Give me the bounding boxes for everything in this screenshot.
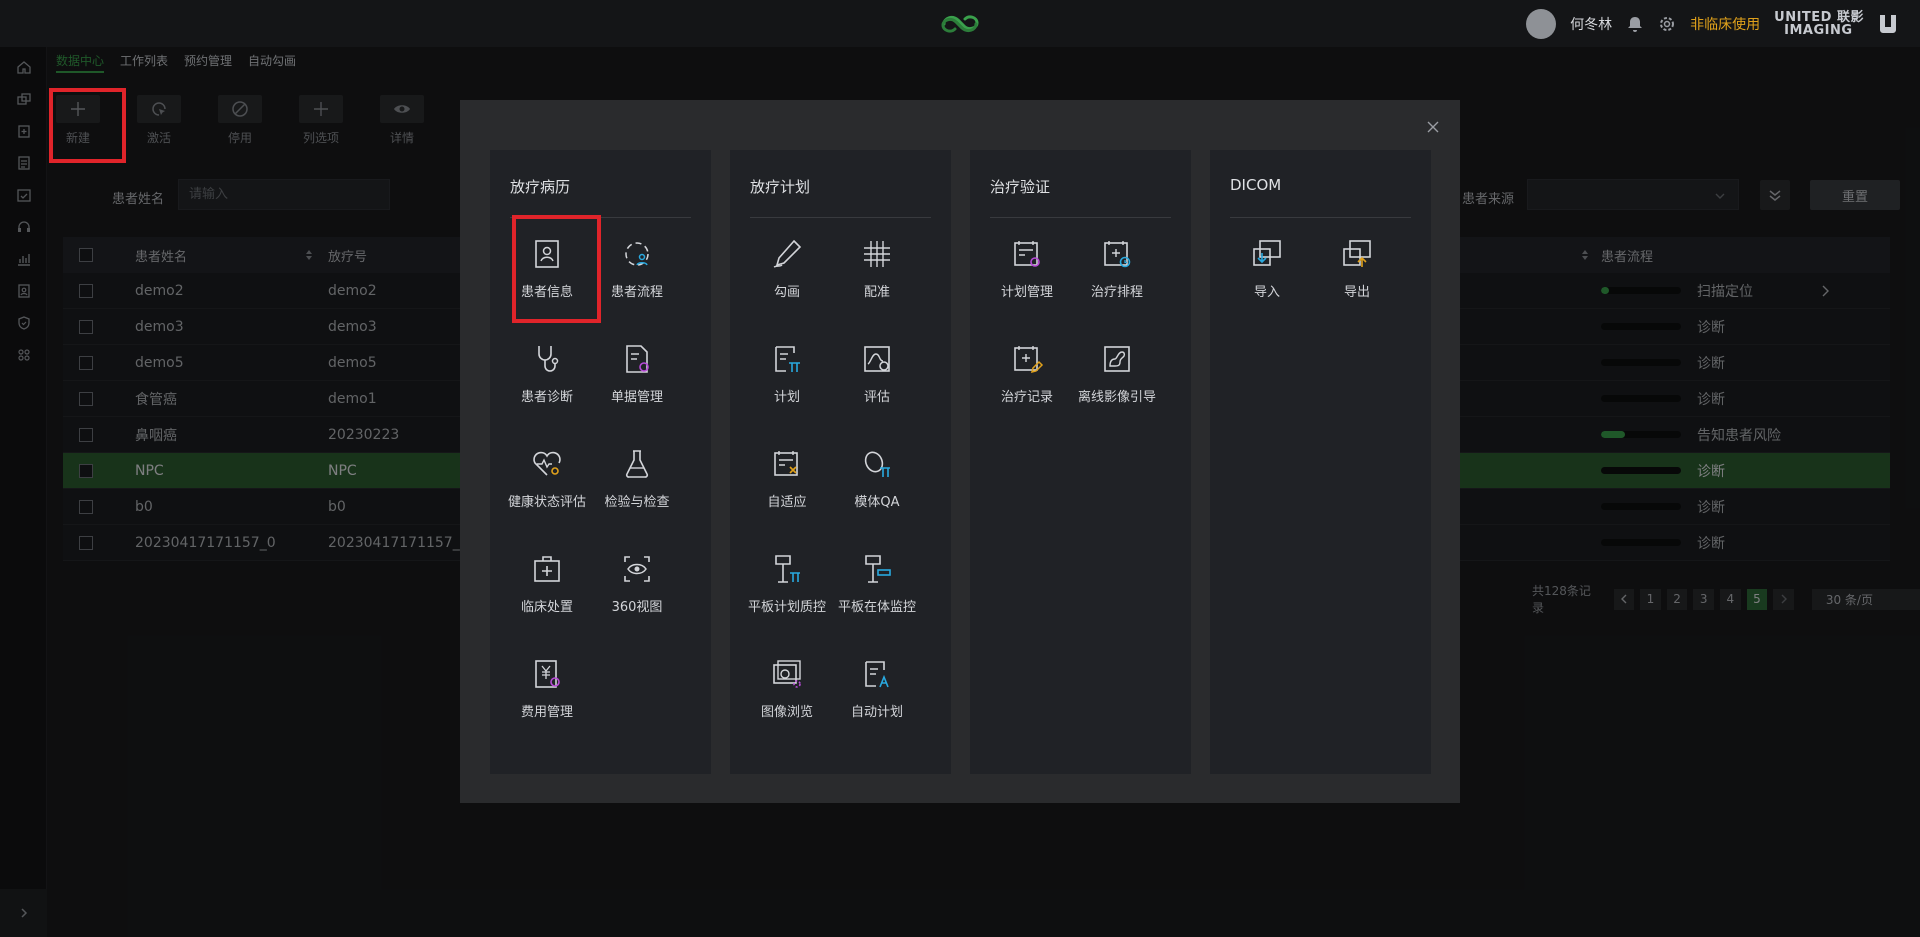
grid-hash-icon [864,241,890,267]
module-label: 导出 [1343,285,1370,300]
module-treatment-record[interactable]: 治疗记录 [982,335,1072,405]
module-label: 图像浏览 [760,705,813,720]
module-label: 平板计划质控 [747,600,826,615]
evaluate-icon [864,346,890,372]
module-phantom-qa[interactable]: 模体QA [832,440,922,510]
module-label: 离线影像引导 [1077,390,1156,405]
module-label: 患者诊断 [520,390,573,405]
panel-title: 放疗计划 [750,178,811,196]
module-label: 自动计划 [850,705,903,720]
module-label: 治疗排程 [1090,285,1143,300]
avatar[interactable] [1526,8,1557,39]
module-panel: 放疗计划勾画 配准计划 评估自适应 模体QA 平板计划质控 平板在体监控图像浏览 自动计划 [730,150,951,774]
schedule-icon [1104,241,1131,268]
module-plan-pi[interactable]: 计划 [742,335,832,405]
module-export[interactable]: 导出 [1312,230,1402,300]
flask-icon [625,450,649,478]
import-icon [1253,240,1281,266]
plan-pi-icon [775,346,800,372]
module-panel-monitor[interactable]: 平板在体监控 [832,545,922,615]
module-patient-flow[interactable]: 患者流程 [592,230,682,300]
offline-image-guide-icon [1104,346,1130,372]
billing-icon [535,660,560,688]
module-billing[interactable]: 费用管理 [502,650,592,720]
module-label: 勾画 [773,285,800,300]
module-stethoscope[interactable]: 患者诊断 [502,335,592,405]
brand-line1: UNITED 联影 [1774,9,1864,25]
module-label: 患者流程 [610,285,663,300]
view-360-icon [624,556,650,582]
module-label: 模体QA [854,495,900,510]
panel-divider [750,217,931,218]
patient-info-highlight [512,215,601,323]
module-panel: 治疗验证计划管理 治疗排程治疗记录 离线影像引导 [970,150,1191,774]
panel-title: 治疗验证 [990,178,1051,196]
heart-monitor-icon [533,451,561,476]
module-import[interactable]: 导入 [1222,230,1312,300]
auto-plan-icon [865,661,889,688]
module-label: 健康状态评估 [507,495,586,510]
module-heart-monitor[interactable]: 健康状态评估 [502,440,592,510]
module-flask[interactable]: 检验与检查 [592,440,682,510]
module-label: 平板在体监控 [837,600,916,615]
module-auto-plan[interactable]: 自动计划 [832,650,922,720]
top-bar: 何冬林 非临床使用 UNITED 联影 IMAGING [0,0,1920,47]
module-evaluate[interactable]: 评估 [832,335,922,405]
module-label: 计划 [773,390,800,405]
brand-logo: UNITED 联影 IMAGING [1774,11,1864,37]
pen-icon [773,239,802,268]
module-first-aid[interactable]: 临床处置 [502,545,592,615]
gear-icon[interactable] [1658,15,1676,33]
document-gear-icon [626,345,649,373]
panel-divider [1230,217,1411,218]
module-label: 360视图 [611,600,663,615]
bell-icon[interactable] [1626,15,1644,33]
module-adaptive[interactable]: 自适应 [742,440,832,510]
panel-divider [990,217,1171,218]
module-label: 检验与检查 [604,495,670,510]
module-pen[interactable]: 勾画 [742,230,832,300]
panel-title: DICOM [1230,176,1282,194]
username[interactable]: 何冬林 [1570,14,1612,34]
module-label: 自适应 [767,495,807,510]
module-label: 计划管理 [1000,285,1053,300]
module-label: 临床处置 [520,600,573,615]
module-label: 评估 [863,390,890,405]
brand-line2: IMAGING [1784,22,1853,38]
app-logo-icon [941,15,979,33]
panel-title: 放疗病历 [510,178,571,196]
module-grid-hash[interactable]: 配准 [832,230,922,300]
adaptive-icon [774,451,798,476]
module-panel: DICOM 导入 导出 [1210,150,1431,774]
export-icon [1343,240,1371,267]
module-label: 单据管理 [610,390,663,405]
module-view-360[interactable]: 360视图 [592,545,682,615]
first-aid-icon [534,556,560,582]
module-document-gear[interactable]: 单据管理 [592,335,682,405]
module-label: 治疗记录 [1000,390,1053,405]
module-plan-manage[interactable]: 计划管理 [982,230,1072,300]
brand-mark-icon [1878,13,1898,35]
image-browse-icon [773,660,801,688]
module-label: 费用管理 [520,705,573,720]
treatment-record-icon [1014,346,1044,374]
plan-manage-icon [1014,241,1040,267]
patient-flow-icon [625,242,649,266]
module-image-browse[interactable]: 图像浏览 [742,650,832,720]
panel-monitor-icon [865,555,891,583]
module-launcher-dialog: 放疗病历 患者信息 患者流程 患者诊断 单据管理 健康状态评估 检验与检查 临床处置 360视图… [460,100,1460,803]
close-icon[interactable] [1426,120,1440,134]
panel-plan-qc-icon [775,555,800,583]
module-panel-plan-qc[interactable]: 平板计划质控 [742,545,832,615]
phantom-qa-icon [864,451,890,477]
non-clinical-label: 非临床使用 [1690,16,1761,33]
module-label: 配准 [863,285,890,300]
module-label: 导入 [1253,285,1280,300]
module-offline-image-guide[interactable]: 离线影像引导 [1072,335,1162,405]
module-schedule[interactable]: 治疗排程 [1072,230,1162,300]
stethoscope-icon [538,346,559,372]
new-button-highlight [49,88,126,163]
